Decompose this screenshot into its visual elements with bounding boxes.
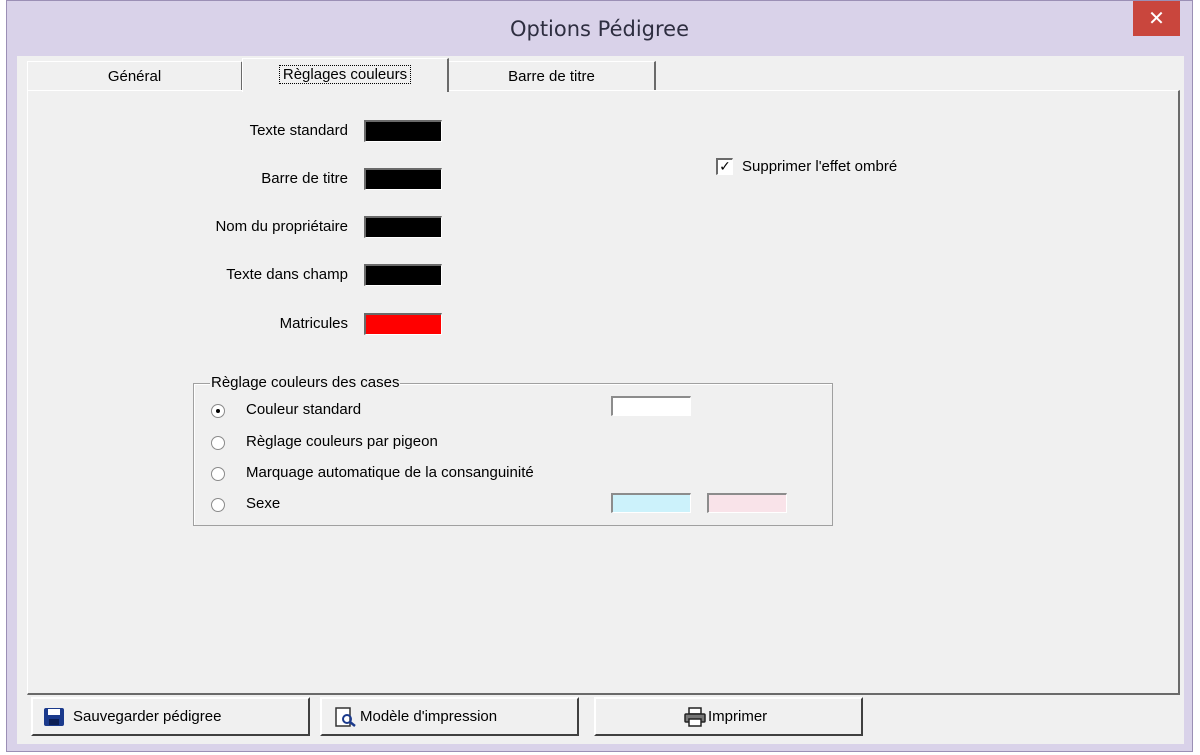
tab-color-settings[interactable]: Règlages couleurs — [242, 58, 449, 92]
standard-color-label: Couleur standard — [246, 401, 362, 418]
standard-color-radio[interactable] — [211, 404, 225, 418]
inbreeding-marking-radio[interactable] — [211, 467, 225, 481]
field-text-label: Texte dans champ — [226, 266, 348, 283]
tab-title-bar-label: Barre de titre — [508, 68, 595, 85]
color-row-field-text: Texte dans champ — [28, 263, 458, 289]
title-bar[interactable]: Options Pédigree ✕ — [7, 1, 1192, 61]
color-per-pigeon-radio[interactable] — [211, 436, 225, 450]
standard-text-color-swatch[interactable] — [364, 120, 442, 142]
color-row-owner-name: Nom du propriétaire — [28, 215, 458, 241]
floppy-disk-icon — [44, 708, 64, 726]
field-text-color-swatch[interactable] — [364, 264, 442, 286]
print-label: Imprimer — [708, 708, 768, 725]
standard-text-label: Texte standard — [249, 122, 348, 139]
window-title: Options Pédigree — [509, 17, 690, 41]
owner-name-label: Nom du propriétaire — [215, 218, 348, 235]
title-bar-color-label: Barre de titre — [261, 170, 348, 187]
print-template-button[interactable]: Modèle d'impression — [320, 697, 579, 736]
tab-title-bar[interactable]: Barre de titre — [448, 61, 656, 91]
color-settings-panel: Texte standard Barre de titre Nom du pro… — [27, 90, 1180, 695]
radio-option-inbreeding-marking[interactable]: Marquage automatique de la consanguinité — [211, 463, 671, 485]
female-box-color-swatch[interactable] — [707, 493, 787, 513]
color-per-pigeon-label: Règlage couleurs par pigeon — [246, 433, 438, 450]
sex-label: Sexe — [246, 495, 281, 512]
save-pedigree-label: Sauvegarder pédigree — [73, 708, 222, 725]
print-preview-icon — [335, 707, 356, 727]
owner-name-color-swatch[interactable] — [364, 216, 442, 238]
save-pedigree-button[interactable]: Sauvegarder pédigree — [31, 697, 310, 736]
ring-numbers-color-swatch[interactable] — [364, 313, 442, 335]
tab-strip: Général Règlages couleurs Barre de titre — [27, 58, 727, 92]
tab-general[interactable]: Général — [27, 61, 243, 91]
suppress-shadow-checkbox[interactable]: ✓ — [716, 158, 733, 175]
tab-color-settings-label: Règlages couleurs — [278, 65, 412, 84]
box-color-settings-group: Règlage couleurs des cases Couleur stand… — [193, 374, 833, 526]
color-row-ring-numbers: Matricules — [28, 312, 458, 338]
radio-option-standard-color[interactable]: Couleur standard — [211, 400, 671, 422]
print-template-label: Modèle d'impression — [360, 708, 498, 725]
dialog-client-area: Général Règlages couleurs Barre de titre… — [17, 56, 1184, 744]
color-row-standard-text: Texte standard — [28, 119, 458, 145]
printer-icon — [684, 707, 706, 727]
box-color-group-title: Règlage couleurs des cases — [210, 374, 401, 391]
color-row-title-bar: Barre de titre — [28, 167, 458, 193]
suppress-shadow-label: Supprimer l'effet ombré — [742, 158, 898, 175]
print-button[interactable]: Imprimer — [594, 697, 863, 736]
male-box-color-swatch[interactable] — [611, 493, 691, 513]
title-bar-color-swatch[interactable] — [364, 168, 442, 190]
inbreeding-marking-label: Marquage automatique de la consanguinité — [246, 464, 534, 481]
ring-numbers-label: Matricules — [279, 315, 348, 332]
options-pedigree-window: Options Pédigree ✕ Général Règlages coul… — [6, 0, 1193, 752]
standard-box-color-swatch[interactable] — [611, 396, 691, 416]
tab-general-label: Général — [107, 68, 162, 85]
radio-option-sex[interactable]: Sexe — [211, 494, 671, 516]
sex-radio[interactable] — [211, 498, 225, 512]
radio-option-color-per-pigeon[interactable]: Règlage couleurs par pigeon — [211, 432, 671, 454]
close-button[interactable]: ✕ — [1133, 1, 1180, 36]
